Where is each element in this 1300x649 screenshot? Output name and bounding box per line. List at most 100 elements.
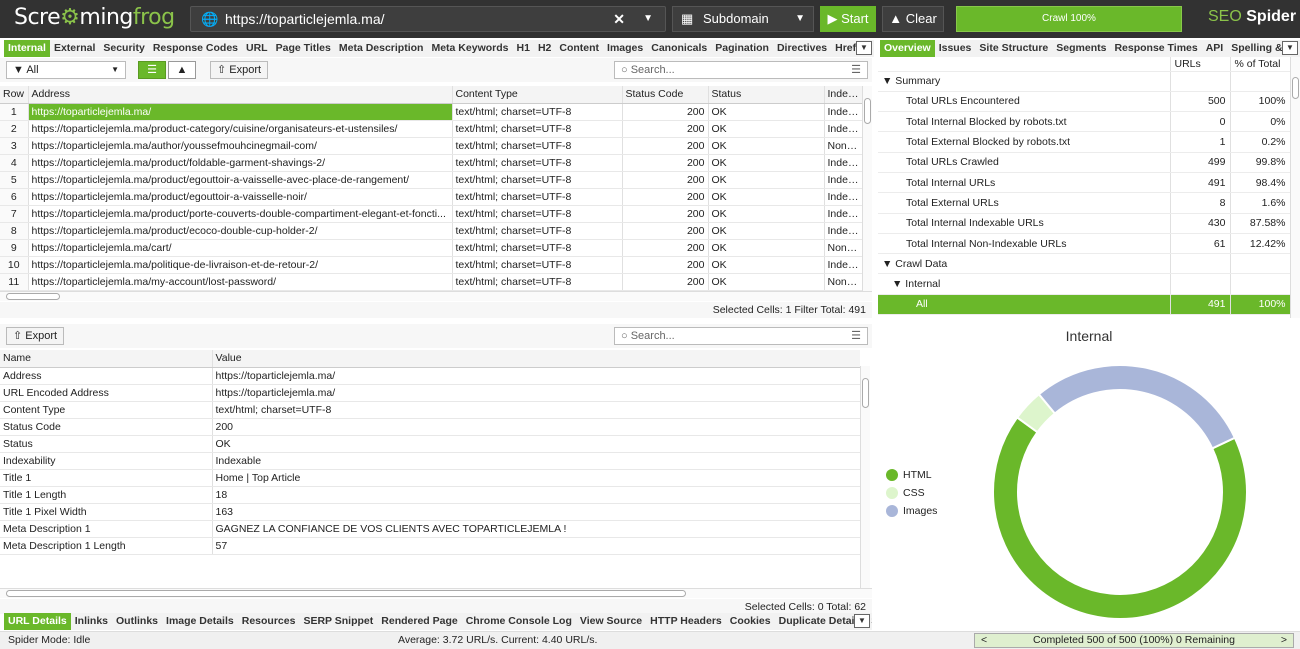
detail-vertical-scrollbar[interactable] <box>860 366 870 588</box>
table-cell[interactable]: https://toparticlejemla.ma/product/egout… <box>28 188 453 206</box>
table-cell[interactable]: https://toparticlejemla.ma/ <box>28 103 453 121</box>
table-cell[interactable]: 163 <box>212 503 860 521</box>
overview-row[interactable]: Total Internal Indexable URLs 430 87.58% <box>878 213 1290 234</box>
table-cell[interactable]: https://toparticlejemla.ma/product/porte… <box>28 205 453 223</box>
column-header[interactable]: Indexat <box>824 86 862 104</box>
table-row[interactable]: 6 https://toparticlejemla.ma/product/egou… <box>0 188 862 206</box>
tab-pagination[interactable]: Pagination <box>711 40 773 57</box>
main-search-input[interactable]: ○ Search... ☰ <box>614 61 868 79</box>
table-cell[interactable]: Title 1 Length <box>0 486 213 504</box>
table-cell[interactable]: Status <box>0 435 213 453</box>
table-row[interactable]: 7 https://toparticlejemla.ma/product/port… <box>0 205 862 223</box>
bottom-tab-rendered-page[interactable]: Rendered Page <box>377 613 461 630</box>
table-cell[interactable]: text/html; charset=UTF-8 <box>452 171 623 189</box>
tab-directives[interactable]: Directives <box>773 40 831 57</box>
table-cell[interactable]: 8 <box>0 222 29 240</box>
table-row[interactable]: 4 https://toparticlejemla.ma/product/fold… <box>0 154 862 172</box>
table-cell[interactable]: 200 <box>622 205 709 223</box>
table-cell[interactable]: 200 <box>622 222 709 240</box>
detail-export-button[interactable]: ⇧ Export <box>6 327 65 345</box>
table-row[interactable]: 5 https://toparticlejemla.ma/product/egou… <box>0 171 862 189</box>
table-cell[interactable]: Indexat <box>824 256 862 274</box>
table-cell[interactable]: text/html; charset=UTF-8 <box>452 239 623 257</box>
bottom-tab-cookies[interactable]: Cookies <box>726 613 775 630</box>
column-header[interactable]: Status Code <box>622 86 709 104</box>
right-tab-overview[interactable]: Overview <box>880 40 935 57</box>
tab-overflow-dropdown-icon[interactable]: ▼ <box>856 41 872 55</box>
donut-slice-html[interactable] <box>992 416 1248 620</box>
table-row[interactable]: Title 1 Home | Top Article <box>0 469 860 487</box>
tab-page-titles[interactable]: Page Titles <box>272 40 335 57</box>
table-cell[interactable]: text/html; charset=UTF-8 <box>452 137 623 155</box>
table-row[interactable]: Title 1 Length 18 <box>0 486 860 504</box>
table-cell[interactable]: text/html; charset=UTF-8 <box>452 273 623 291</box>
search-options-icon[interactable]: ☰ <box>851 62 861 78</box>
tab-external[interactable]: External <box>50 40 99 57</box>
table-cell[interactable]: OK <box>212 435 860 453</box>
table-cell[interactable]: https://toparticlejemla.ma/author/yousse… <box>28 137 453 155</box>
crawl-data-section[interactable]: ▼ Crawl Data <box>878 253 1290 275</box>
table-cell[interactable]: text/html; charset=UTF-8 <box>452 188 623 206</box>
table-row[interactable]: 11 https://toparticlejemla.ma/my-account/… <box>0 273 862 291</box>
table-cell[interactable]: 200 <box>622 171 709 189</box>
table-row[interactable]: 2 https://toparticlejemla.ma/product-cate… <box>0 120 862 138</box>
tab-h2[interactable]: H2 <box>534 40 555 57</box>
table-cell[interactable]: https://toparticlejemla.ma/politique-de-… <box>28 256 453 274</box>
table-cell[interactable]: 200 <box>622 239 709 257</box>
table-cell[interactable]: OK <box>708 171 825 189</box>
table-cell[interactable]: text/html; charset=UTF-8 <box>452 154 623 172</box>
table-cell[interactable]: Indexat <box>824 222 862 240</box>
table-cell[interactable]: https://toparticlejemla.ma/cart/ <box>28 239 453 257</box>
table-cell[interactable]: https://toparticlejemla.ma/product/egout… <box>28 171 453 189</box>
table-cell[interactable]: OK <box>708 188 825 206</box>
table-cell[interactable]: Indexability <box>0 452 213 470</box>
table-cell[interactable]: Non-Inc <box>824 137 862 155</box>
table-cell[interactable]: https://toparticlejemla.ma/ <box>212 384 860 402</box>
table-cell[interactable]: Meta Description 1 Length <box>0 537 213 555</box>
table-row[interactable]: Indexability Indexable <box>0 452 860 470</box>
filter-select[interactable]: ▼ All ▼ <box>6 61 126 79</box>
export-button[interactable]: ⇧ Export <box>210 61 269 79</box>
bottom-tab-view-source[interactable]: View Source <box>576 613 646 630</box>
bottom-tab-serp-snippet[interactable]: SERP Snippet <box>299 613 377 630</box>
bottom-tab-outlinks[interactable]: Outlinks <box>112 613 162 630</box>
right-tab-site-structure[interactable]: Site Structure <box>975 40 1052 57</box>
table-cell[interactable]: Indexat <box>824 120 862 138</box>
table-cell[interactable]: text/html; charset=UTF-8 <box>212 401 860 419</box>
table-cell[interactable]: 200 <box>622 120 709 138</box>
table-cell[interactable]: 200 <box>622 273 709 291</box>
overview-row-all[interactable]: All 491 100% <box>878 294 1290 316</box>
url-history-dropdown-icon[interactable]: ▼ <box>643 7 653 31</box>
table-cell[interactable]: Non-Inc <box>824 273 862 291</box>
table-cell[interactable]: OK <box>708 205 825 223</box>
tab-overflow-dropdown-icon[interactable]: ▼ <box>1282 41 1298 55</box>
main-vertical-scrollbar[interactable] <box>862 86 872 291</box>
table-cell[interactable]: 200 <box>622 103 709 121</box>
clear-button[interactable]: ▲ Clear <box>882 6 944 32</box>
column-header[interactable]: Row <box>0 86 29 104</box>
table-cell[interactable]: text/html; charset=UTF-8 <box>452 120 623 138</box>
column-header[interactable]: Status <box>708 86 825 104</box>
table-cell[interactable]: 11 <box>0 273 29 291</box>
table-cell[interactable]: Non-Inc <box>824 239 862 257</box>
column-header[interactable]: Value <box>212 350 860 368</box>
table-cell[interactable]: text/html; charset=UTF-8 <box>452 222 623 240</box>
right-tab-segments[interactable]: Segments <box>1052 40 1110 57</box>
table-cell[interactable]: 2 <box>0 120 29 138</box>
column-header[interactable]: Content Type <box>452 86 623 104</box>
table-cell[interactable]: Meta Description 1 <box>0 520 213 538</box>
overview-row[interactable]: Total External URLs 8 1.6% <box>878 192 1290 214</box>
tab-canonicals[interactable]: Canonicals <box>647 40 711 57</box>
search-options-icon[interactable]: ☰ <box>851 328 861 344</box>
table-cell[interactable]: Title 1 <box>0 469 213 487</box>
overview-row[interactable]: Total External Blocked by robots.txt 1 0.2… <box>878 131 1290 153</box>
tab-meta-description[interactable]: Meta Description <box>335 40 428 57</box>
tree-view-button[interactable]: ▲ <box>168 61 196 79</box>
table-cell[interactable]: text/html; charset=UTF-8 <box>452 256 623 274</box>
table-cell[interactable]: Indexat <box>824 171 862 189</box>
table-cell[interactable]: OK <box>708 256 825 274</box>
table-cell[interactable]: 3 <box>0 137 29 155</box>
table-row[interactable]: Title 1 Pixel Width 163 <box>0 503 860 521</box>
bottom-tab-resources[interactable]: Resources <box>238 613 300 630</box>
table-cell[interactable]: 200 <box>622 137 709 155</box>
